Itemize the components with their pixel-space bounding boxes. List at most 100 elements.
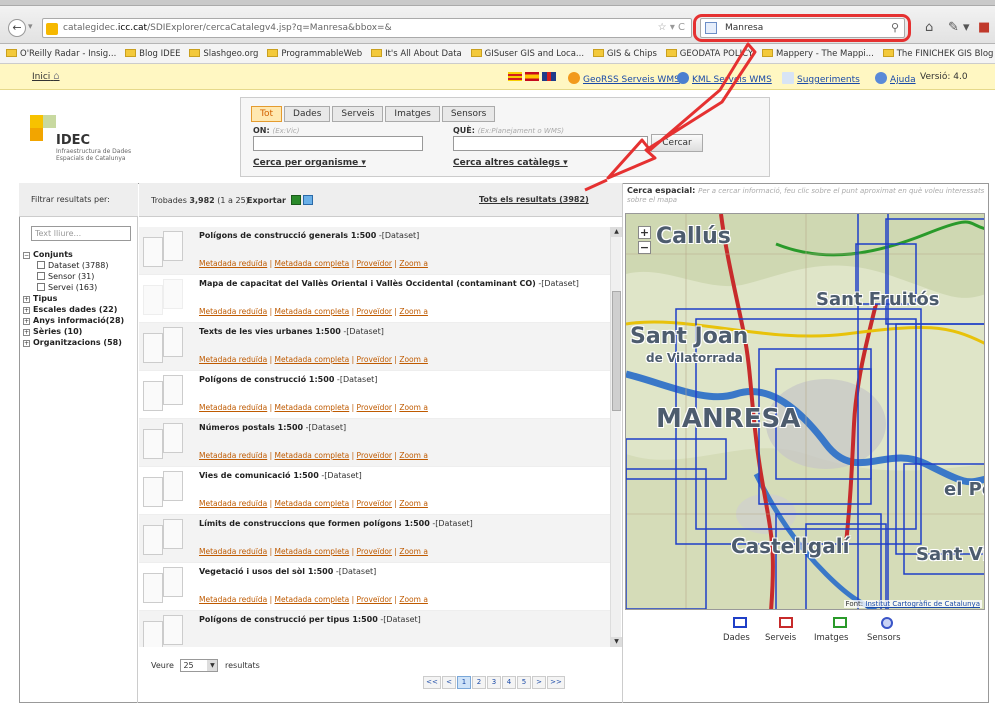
catalan-flag-icon[interactable] — [508, 72, 522, 81]
english-flag-icon[interactable] — [542, 72, 556, 81]
page-2[interactable]: 2 — [472, 676, 486, 689]
short-metadata-link[interactable]: Metadada reduïda — [199, 451, 267, 460]
zoom-link[interactable]: Zoom a — [399, 403, 428, 412]
zoom-link[interactable]: Zoom a — [399, 595, 428, 604]
excel-export-icon[interactable] — [291, 195, 301, 205]
bookmark-item[interactable]: ProgrammableWeb — [267, 49, 362, 59]
scroll-down-icon[interactable]: ▼ — [611, 637, 622, 647]
page-4[interactable]: 4 — [502, 676, 516, 689]
full-metadata-link[interactable]: Metadada completa — [275, 499, 350, 508]
expand-icon[interactable]: + — [23, 307, 30, 314]
bookmark-item[interactable]: It's All About Data — [371, 49, 462, 59]
home-link[interactable]: Inici ⌂ — [32, 71, 60, 82]
zoom-link[interactable]: Zoom a — [399, 259, 428, 268]
map-canvas[interactable]: Callús Sant Fruitós Sant Joan de Vilator… — [625, 213, 985, 610]
checkbox[interactable] — [37, 283, 45, 291]
results-scrollbar[interactable]: ▲ ▼ — [610, 227, 622, 647]
expand-icon[interactable]: + — [23, 318, 30, 325]
filter-sensor[interactable]: Sensor (31) — [23, 271, 137, 282]
result-title[interactable]: Polígons de construcció 1:500 -[Dataset] — [199, 375, 377, 384]
zoom-link[interactable]: Zoom a — [399, 307, 428, 316]
search-button[interactable]: Cercar — [651, 134, 703, 152]
full-metadata-link[interactable]: Metadada completa — [275, 259, 350, 268]
provider-link[interactable]: Proveïdor — [357, 451, 392, 460]
what-input[interactable] — [453, 136, 648, 151]
forward-icon[interactable]: ▾ — [28, 22, 40, 34]
short-metadata-link[interactable]: Metadada reduïda — [199, 595, 267, 604]
zoom-out-button[interactable]: − — [638, 241, 651, 254]
all-results-link[interactable]: Tots els resultats (3982) — [479, 195, 589, 204]
tree-group-organitzacions[interactable]: + Organitzacions (58) — [23, 337, 137, 348]
georss-link[interactable]: GeoRSS Serveis WMS — [568, 72, 680, 85]
home-icon[interactable]: ⌂ — [925, 20, 933, 35]
provider-link[interactable]: Proveïdor — [357, 259, 392, 268]
tree-group-conjunts[interactable]: − Conjunts — [23, 249, 137, 260]
addon-icon[interactable]: ■ — [978, 20, 990, 35]
page-1[interactable]: 1 — [457, 676, 471, 689]
legend-sensors-swatch[interactable] — [881, 617, 893, 629]
tab-sensors[interactable]: Sensors — [441, 106, 496, 122]
result-title[interactable]: Vegetació i usos del sòl 1:500 -[Dataset… — [199, 567, 376, 576]
other-catalogs-link[interactable]: Cerca altres catàlegs ▾ — [453, 158, 568, 168]
expand-icon[interactable]: + — [23, 329, 30, 336]
page-next[interactable]: > — [532, 676, 546, 689]
result-title[interactable]: Límits de construccions que formen políg… — [199, 519, 473, 528]
tree-group-tipus[interactable]: + Tipus — [23, 293, 137, 304]
zoom-link[interactable]: Zoom a — [399, 499, 428, 508]
full-metadata-link[interactable]: Metadada completa — [275, 595, 350, 604]
result-title[interactable]: Mapa de capacitat del Vallès Oriental i … — [199, 279, 579, 288]
bookmark-item[interactable]: GEODATA POLICY — [665, 49, 753, 59]
legend-serveis-swatch[interactable] — [779, 617, 793, 628]
back-button[interactable]: ← — [8, 19, 26, 37]
bookmark-item[interactable]: Blog IDEE — [125, 49, 180, 59]
short-metadata-link[interactable]: Metadada reduïda — [199, 403, 267, 412]
full-metadata-link[interactable]: Metadada completa — [275, 547, 350, 556]
result-title[interactable]: Polígons de construcció generals 1:500 -… — [199, 231, 419, 240]
bookmark-item[interactable]: The FINICHEK GIS Blog — [882, 49, 993, 59]
provider-link[interactable]: Proveïdor — [357, 547, 392, 556]
short-metadata-link[interactable]: Metadada reduïda — [199, 547, 267, 556]
scroll-up-icon[interactable]: ▲ — [611, 227, 622, 237]
bookmark-item[interactable]: Slashgeo.org — [189, 49, 258, 59]
tab-serveis[interactable]: Serveis — [332, 106, 384, 122]
provider-link[interactable]: Proveïdor — [357, 355, 392, 364]
kml-link[interactable]: KML Serveis WMS — [677, 72, 772, 85]
short-metadata-link[interactable]: Metadada reduïda — [199, 499, 267, 508]
bookmark-item[interactable]: GIS & Chips — [592, 49, 657, 59]
expand-icon[interactable]: + — [23, 340, 30, 347]
page-5[interactable]: 5 — [517, 676, 531, 689]
per-page-select[interactable]: 25 ▼ — [180, 659, 219, 672]
short-metadata-link[interactable]: Metadada reduïda — [199, 259, 267, 268]
map-export-icon[interactable] — [303, 195, 313, 205]
spanish-flag-icon[interactable] — [525, 72, 539, 81]
expand-icon[interactable]: + — [23, 296, 30, 303]
short-metadata-link[interactable]: Metadada reduïda — [199, 307, 267, 316]
zoom-in-button[interactable]: + — [638, 226, 651, 239]
result-title[interactable]: Vies de comunicació 1:500 -[Dataset] — [199, 471, 362, 480]
result-title[interactable]: Números postals 1:500 -[Dataset] — [199, 423, 346, 432]
filter-text-input[interactable]: Text lliure... — [31, 226, 131, 241]
provider-link[interactable]: Proveïdor — [357, 595, 392, 604]
search-by-organization-link[interactable]: Cerca per organisme ▾ — [253, 158, 366, 168]
full-metadata-link[interactable]: Metadada completa — [275, 307, 350, 316]
short-metadata-link[interactable]: Metadada reduïda — [199, 355, 267, 364]
tools-icon[interactable]: ✎ ▾ — [948, 20, 970, 35]
legend-imatges-swatch[interactable] — [833, 617, 847, 628]
provider-link[interactable]: Proveïdor — [357, 307, 392, 316]
suggestions-link[interactable]: Suggeriments — [782, 72, 860, 85]
tree-group-anys[interactable]: + Anys informació(28) — [23, 315, 137, 326]
page-3[interactable]: 3 — [487, 676, 501, 689]
full-metadata-link[interactable]: Metadada completa — [275, 355, 350, 364]
checkbox[interactable] — [37, 261, 45, 269]
full-metadata-link[interactable]: Metadada completa — [275, 403, 350, 412]
zoom-link[interactable]: Zoom a — [399, 547, 428, 556]
zoom-link[interactable]: Zoom a — [399, 355, 428, 364]
tree-group-series[interactable]: + Sèries (10) — [23, 326, 137, 337]
filter-servei[interactable]: Servei (163) — [23, 282, 137, 293]
where-input[interactable] — [253, 136, 423, 151]
scroll-thumb[interactable] — [612, 291, 621, 411]
provider-link[interactable]: Proveïdor — [357, 499, 392, 508]
full-metadata-link[interactable]: Metadada completa — [275, 451, 350, 460]
collapse-icon[interactable]: − — [23, 252, 30, 259]
provider-link[interactable]: Proveïdor — [357, 403, 392, 412]
